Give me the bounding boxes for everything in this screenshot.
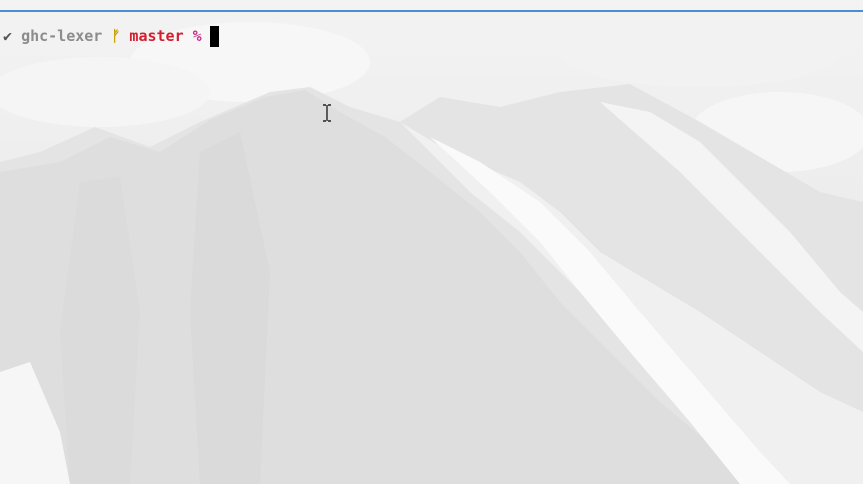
text-cursor: [209, 25, 219, 47]
git-branch-icon: ᚠ: [111, 27, 121, 45]
current-directory: ghc-lexer: [21, 27, 103, 45]
shell-prompt-line[interactable]: ✔ ghc-lexer ᚠ master %: [3, 25, 219, 47]
text-ibeam-cursor-icon: [323, 104, 331, 122]
check-icon: ✔: [3, 27, 13, 45]
git-branch-name: master: [129, 27, 184, 45]
mountain-wallpaper: [0, 17, 863, 484]
terminal-window[interactable]: ✔ ghc-lexer ᚠ master %: [0, 0, 863, 484]
prompt-symbol: %: [192, 27, 202, 45]
